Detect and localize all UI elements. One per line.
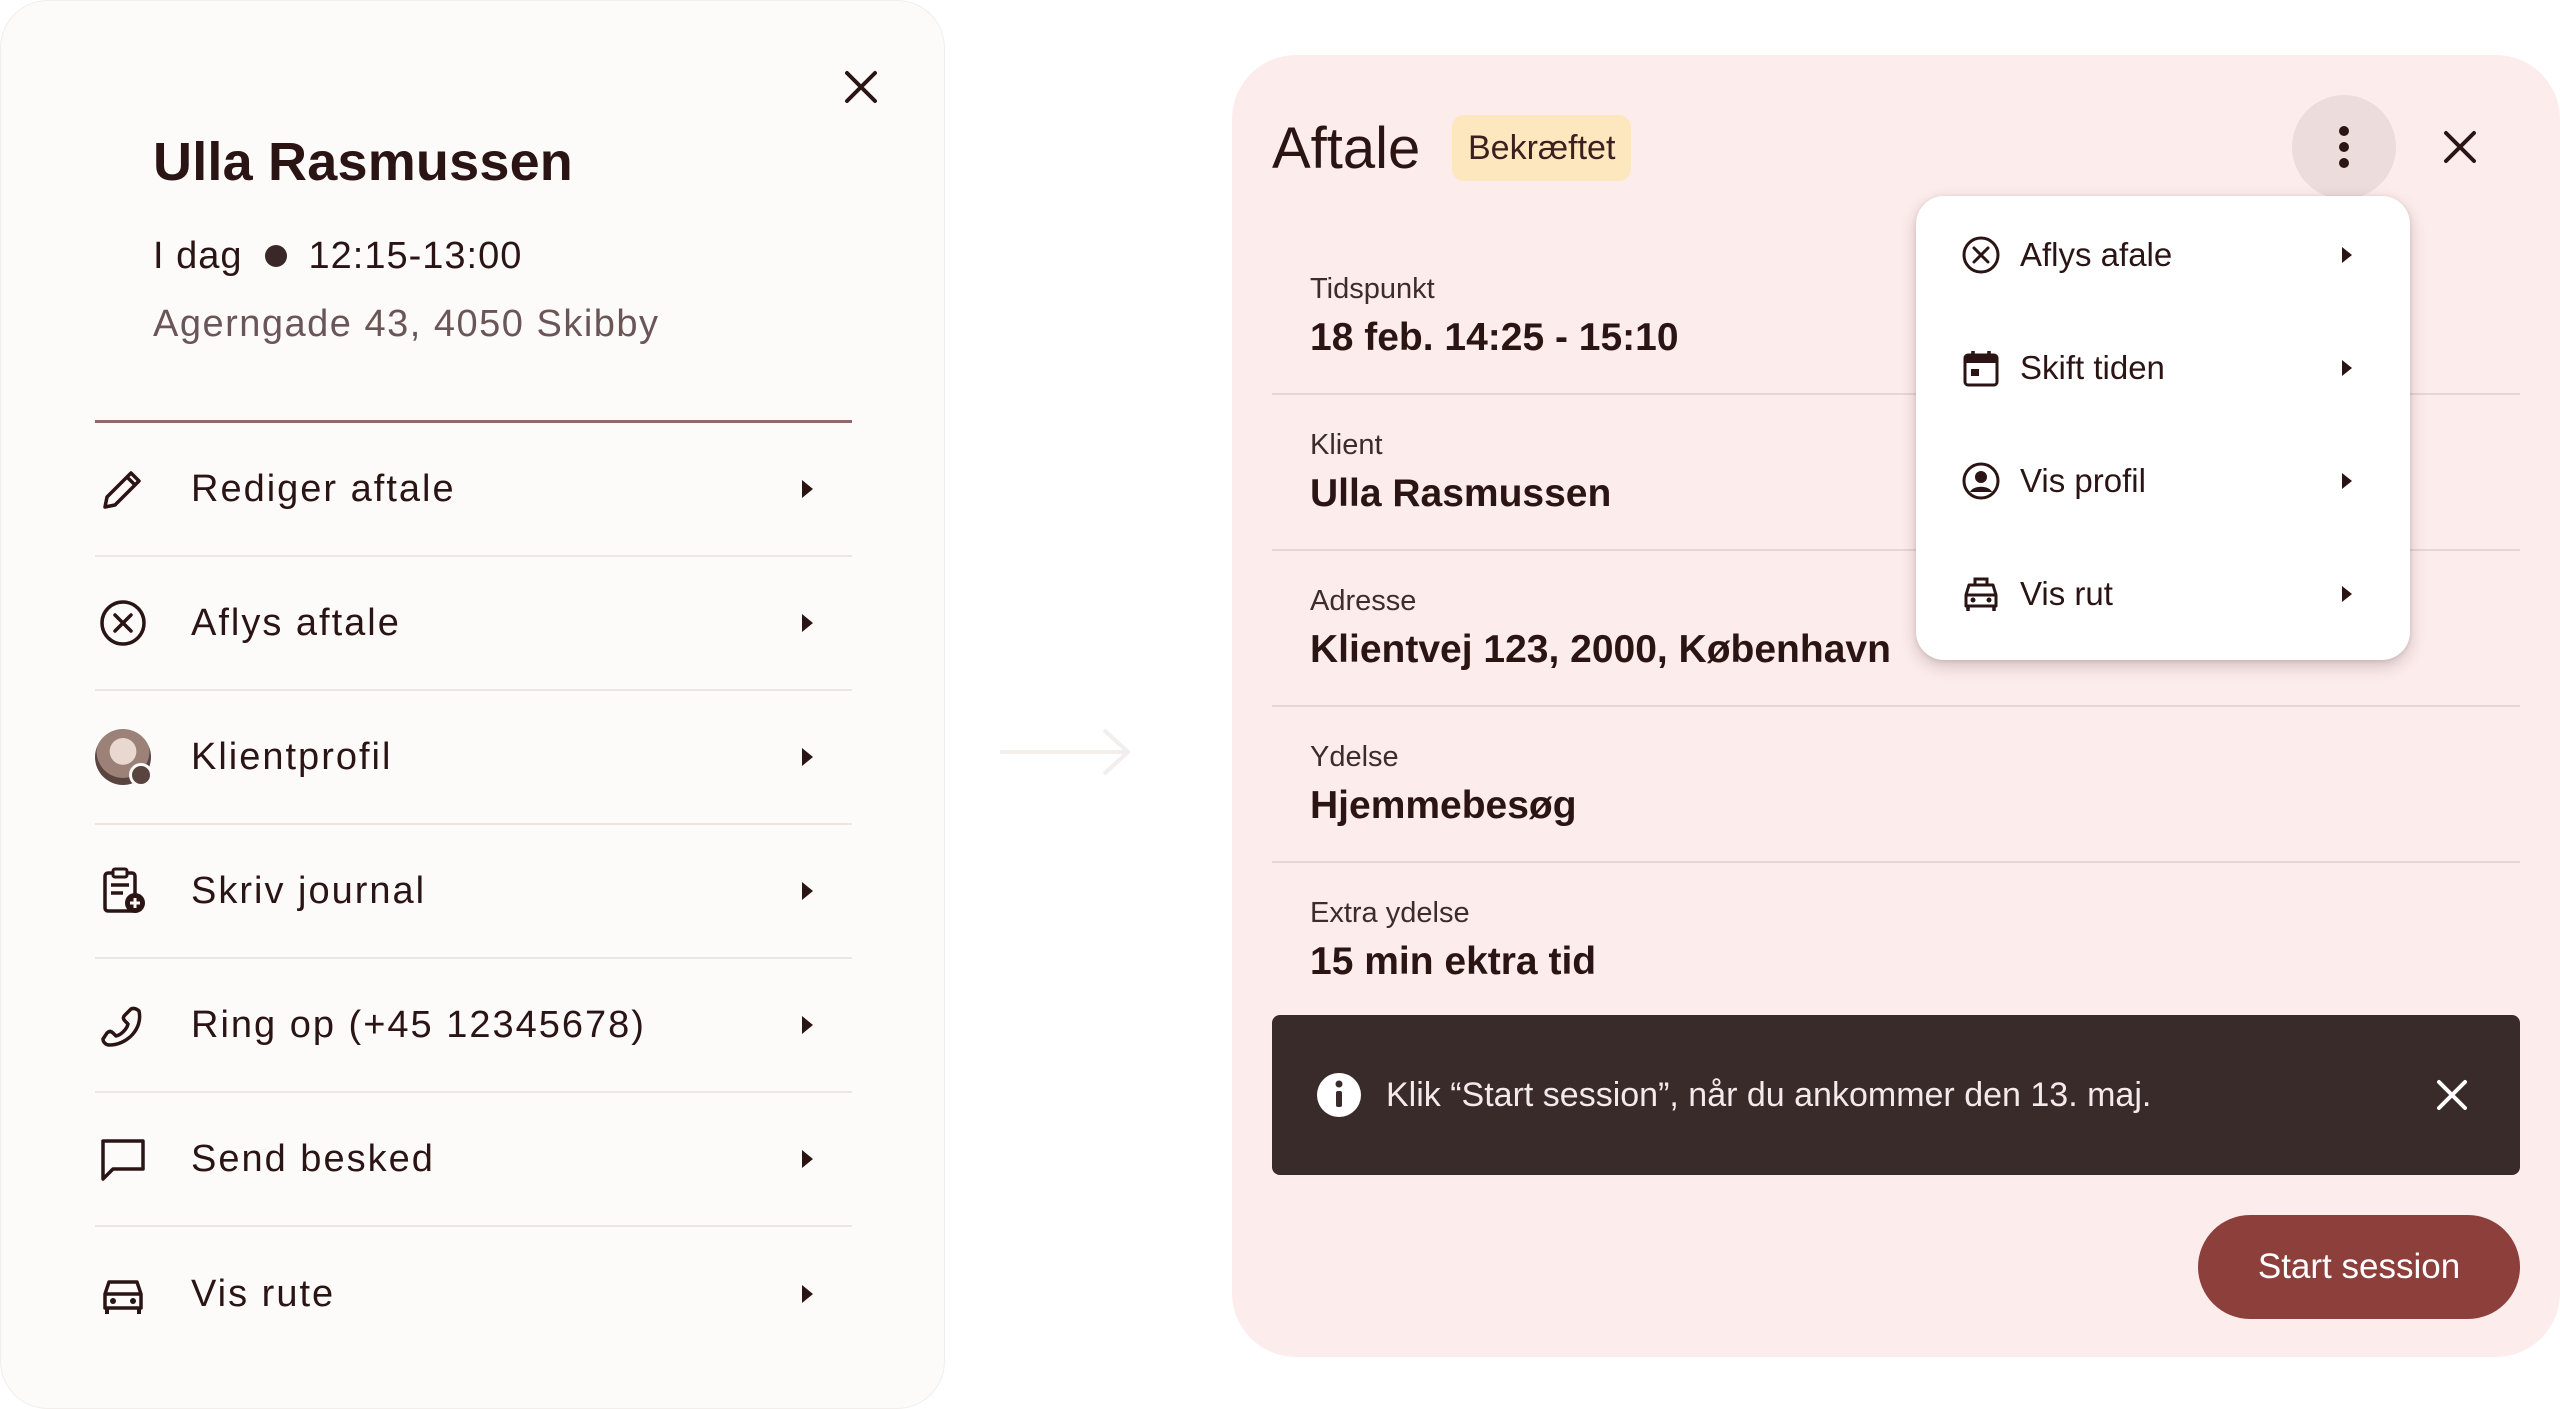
car-icon bbox=[1958, 571, 2004, 617]
field-extra-service: Extra ydelse 15 min ektra tid bbox=[1272, 863, 2520, 1019]
action-label: Aflys aftale bbox=[191, 601, 401, 644]
start-session-button[interactable]: Start session bbox=[2198, 1215, 2520, 1319]
action-label: Rediger aftale bbox=[191, 467, 456, 510]
client-name: Ulla Rasmussen bbox=[153, 132, 573, 192]
chat-bubble-icon bbox=[95, 1131, 151, 1187]
action-write-journal[interactable]: Skriv journal bbox=[95, 825, 852, 959]
separator-dot-icon bbox=[264, 245, 287, 267]
chevron-right-icon bbox=[2336, 470, 2358, 492]
action-cancel-appointment[interactable]: Aflys aftale bbox=[95, 557, 852, 691]
menu-item-show-profile[interactable]: Vis profil bbox=[1916, 424, 2410, 537]
field-value: Hjemmebesøg bbox=[1310, 784, 1577, 827]
card-title: Aftale bbox=[1272, 116, 1421, 181]
journal-add-icon bbox=[95, 863, 151, 919]
appointment-time-row: I dag 12:15-13:00 bbox=[153, 231, 522, 281]
chevron-right-icon bbox=[2336, 357, 2358, 379]
chevron-right-icon bbox=[795, 1147, 819, 1171]
menu-item-label: Vis rut bbox=[2020, 574, 2113, 612]
close-icon bbox=[2437, 1080, 2467, 1110]
chevron-right-icon bbox=[795, 879, 819, 903]
menu-item-label: Aflys afale bbox=[2020, 235, 2173, 273]
phone-icon bbox=[95, 997, 151, 1053]
action-show-route[interactable]: Vis rute bbox=[95, 1227, 852, 1361]
more-vertical-icon bbox=[2339, 126, 2349, 168]
screen: Ulla Rasmussen I dag 12:15-13:00 Agernga… bbox=[0, 0, 2560, 1409]
menu-item-label: Skift tiden bbox=[2020, 348, 2165, 386]
info-icon bbox=[1314, 1070, 1364, 1120]
action-send-message[interactable]: Send besked bbox=[95, 1093, 852, 1227]
action-label: Klientprofil bbox=[191, 735, 393, 778]
action-edit-appointment[interactable]: Rediger aftale bbox=[95, 423, 852, 557]
action-label: Ring op (+45 12345678) bbox=[191, 1003, 646, 1046]
action-label: Vis rute bbox=[191, 1272, 336, 1315]
chevron-right-icon bbox=[795, 1013, 819, 1037]
snackbar-close-button[interactable] bbox=[2424, 1067, 2480, 1123]
menu-item-label: Vis profil bbox=[2020, 461, 2146, 499]
chevron-right-icon bbox=[795, 1282, 819, 1306]
chevron-right-icon bbox=[795, 745, 819, 769]
action-label: Send besked bbox=[191, 1137, 435, 1180]
chevron-right-icon bbox=[795, 477, 819, 501]
cancel-circle-icon bbox=[1958, 232, 2004, 278]
field-label: Extra ydelse bbox=[1310, 897, 1470, 929]
action-call[interactable]: Ring op (+45 12345678) bbox=[95, 959, 852, 1093]
field-service: Ydelse Hjemmebesøg bbox=[1272, 707, 2520, 863]
info-snackbar: Klik “Start session”, når du ankommer de… bbox=[1272, 1015, 2520, 1175]
avatar bbox=[95, 729, 153, 787]
calendar-icon bbox=[1958, 345, 2004, 391]
chevron-right-icon bbox=[2336, 583, 2358, 605]
status-badge: Bekræftet bbox=[1452, 115, 1632, 181]
more-options-button[interactable] bbox=[2292, 95, 2396, 199]
profile-circle-icon bbox=[1958, 458, 2004, 504]
options-menu: Aflys afale Skift tiden Vis profil Vis r… bbox=[1916, 196, 2410, 660]
client-avatar bbox=[95, 729, 153, 787]
arrow-right-icon bbox=[1000, 728, 1131, 776]
close-icon bbox=[845, 71, 877, 103]
cancel-circle-icon bbox=[95, 595, 151, 651]
action-client-profile[interactable]: Klientprofil bbox=[95, 691, 852, 825]
close-icon bbox=[2444, 131, 2476, 163]
menu-item-show-route[interactable]: Vis rut bbox=[1916, 537, 2410, 650]
action-list: Rediger aftale Aflys aftale Klientprofil… bbox=[95, 423, 852, 1361]
field-value: 15 min ektra tid bbox=[1310, 940, 1597, 983]
snackbar-message: Klik “Start session”, når du ankommer de… bbox=[1386, 1075, 2152, 1114]
field-label: Ydelse bbox=[1310, 741, 1399, 773]
action-label: Skriv journal bbox=[191, 869, 427, 912]
menu-item-cancel[interactable]: Aflys afale bbox=[1916, 198, 2410, 311]
car-icon bbox=[95, 1266, 151, 1322]
pencil-icon bbox=[95, 461, 151, 517]
menu-item-reschedule[interactable]: Skift tiden bbox=[1916, 311, 2410, 424]
chevron-right-icon bbox=[795, 611, 819, 635]
chevron-right-icon bbox=[2336, 244, 2358, 266]
close-button[interactable] bbox=[833, 59, 889, 115]
close-button[interactable] bbox=[2432, 119, 2488, 175]
client-address: Agerngade 43, 4050 Skibby bbox=[153, 303, 660, 345]
appointment-sheet: Ulla Rasmussen I dag 12:15-13:00 Agernga… bbox=[0, 0, 945, 1409]
day-label: I dag bbox=[153, 234, 243, 277]
time-label: 12:15-13:00 bbox=[308, 234, 523, 277]
